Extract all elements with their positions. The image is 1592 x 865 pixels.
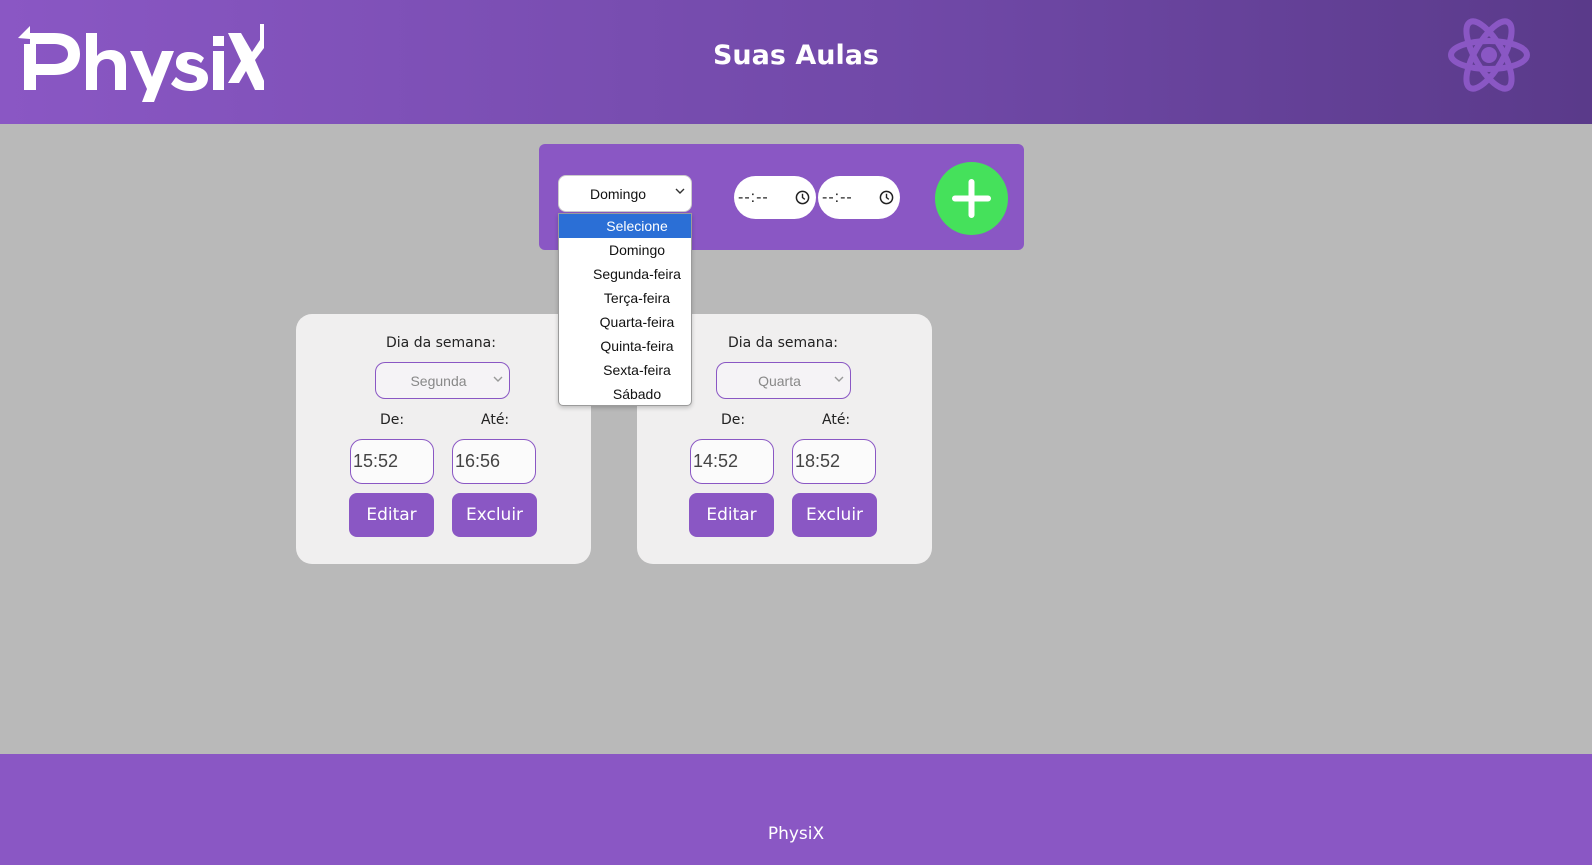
dropdown-option[interactable]: Segunda-feira — [559, 262, 691, 286]
end-time-input[interactable]: --:-- — [818, 176, 900, 219]
edit-button[interactable]: Editar — [689, 493, 774, 537]
weekday-select[interactable]: Quarta — [716, 362, 851, 399]
delete-button[interactable]: Excluir — [792, 493, 877, 537]
day-dropdown-list: Selecione Domingo Segunda-feira Terça-fe… — [558, 213, 692, 406]
plus-icon — [952, 179, 991, 218]
to-label: Até: — [822, 412, 851, 428]
dropdown-option[interactable]: Selecione — [559, 214, 691, 238]
to-label: Até: — [481, 412, 510, 428]
chevron-down-icon — [834, 376, 844, 382]
from-time-field[interactable]: 15:52 — [350, 439, 434, 484]
start-time-input[interactable]: --:-- — [734, 176, 816, 219]
clock-icon[interactable] — [795, 190, 810, 205]
edit-button[interactable]: Editar — [349, 493, 434, 537]
dropdown-option[interactable]: Sexta-feira — [559, 358, 691, 382]
from-time-field[interactable]: 14:52 — [690, 439, 774, 484]
dropdown-option[interactable]: Sábado — [559, 382, 691, 406]
day-select-value: Domingo — [589, 185, 647, 202]
delete-button[interactable]: Excluir — [452, 493, 537, 537]
weekday-label: Dia da semana: — [386, 335, 496, 351]
clock-icon[interactable] — [879, 190, 894, 205]
from-label: De: — [380, 412, 405, 428]
end-time-placeholder: --:-- — [822, 188, 853, 206]
dropdown-option[interactable]: Quinta-feira — [559, 334, 691, 358]
footer-text: PhysiX — [767, 824, 825, 844]
day-select[interactable]: Domingo — [558, 175, 692, 212]
header: Suas Aulas — [0, 0, 1592, 124]
weekday-select[interactable]: Segunda — [375, 362, 510, 399]
page-title: Suas Aulas — [712, 40, 880, 71]
to-time-field[interactable]: 18:52 — [792, 439, 876, 484]
dropdown-option[interactable]: Terça-feira — [559, 286, 691, 310]
from-label: De: — [721, 412, 746, 428]
add-class-button[interactable] — [935, 162, 1008, 235]
atom-icon — [1448, 18, 1530, 92]
start-time-placeholder: --:-- — [738, 188, 769, 206]
dropdown-option[interactable]: Domingo — [559, 238, 691, 262]
chevron-down-icon — [493, 376, 503, 382]
dropdown-option[interactable]: Quarta-feira — [559, 310, 691, 334]
footer: PhysiX — [0, 754, 1592, 865]
weekday-value: Segunda — [410, 372, 467, 389]
to-time-field[interactable]: 16:56 — [452, 439, 536, 484]
weekday-label: Dia da semana: — [728, 335, 838, 351]
weekday-value: Quarta — [758, 372, 801, 389]
class-card: Dia da semana: Segunda De: Até: 15:52 16… — [296, 314, 591, 564]
chevron-down-icon — [675, 188, 685, 194]
